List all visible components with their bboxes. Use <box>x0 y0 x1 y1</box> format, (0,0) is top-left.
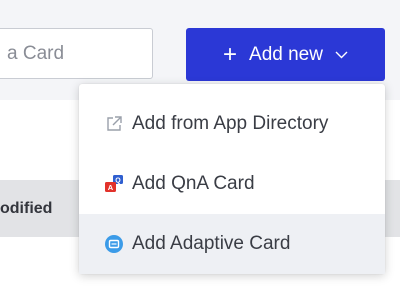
menu-item-add-from-app-directory[interactable]: Add from App Directory <box>79 94 385 154</box>
add-new-label: Add new <box>249 43 323 65</box>
chevron-down-icon <box>335 47 348 62</box>
external-link-icon <box>104 114 124 134</box>
menu-item-add-adaptive-card[interactable]: Add Adaptive Card <box>79 214 385 274</box>
adaptive-card-icon <box>104 234 124 254</box>
plus-icon: + <box>223 40 238 68</box>
add-new-dropdown-menu: Add from App Directory Q A Add QnA Card … <box>79 84 385 274</box>
menu-item-label: Add QnA Card <box>132 173 255 194</box>
search-input[interactable]: a Card <box>0 28 153 79</box>
svg-text:A: A <box>108 183 114 192</box>
search-input-value: a Card <box>7 42 65 64</box>
menu-item-label: Add Adaptive Card <box>132 233 291 254</box>
menu-item-add-qna-card[interactable]: Q A Add QnA Card <box>79 154 385 214</box>
qna-card-icon: Q A <box>104 174 124 194</box>
column-header-modified[interactable]: odified <box>0 200 52 218</box>
menu-item-label: Add from App Directory <box>132 113 329 134</box>
svg-text:Q: Q <box>115 177 121 184</box>
add-new-button[interactable]: + Add new <box>186 28 385 81</box>
